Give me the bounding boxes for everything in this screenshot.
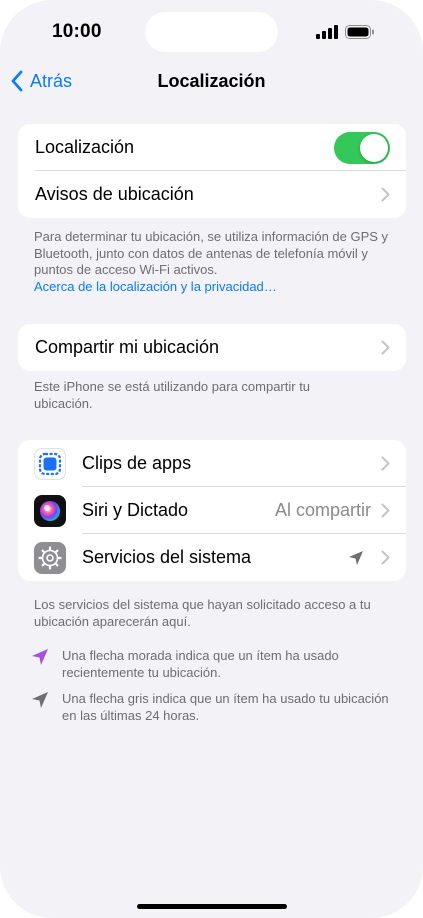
settings-gear-icon	[34, 541, 66, 574]
app-clips-row[interactable]: Clips de apps	[18, 440, 406, 487]
location-alerts-label: Avisos de ubicación	[35, 184, 194, 204]
share-location-group: Compartir mi ubicación	[18, 324, 406, 371]
chevron-right-icon	[381, 187, 390, 202]
location-settings-group: Localización Avisos de ubicación	[18, 124, 406, 218]
status-time: 10:00	[52, 21, 102, 42]
location-label: Localización	[35, 137, 135, 157]
legend-gray-arrow: Una flecha gris indica que un ítem ha us…	[30, 691, 390, 724]
apps-group: Clips de apps Siri y Dictado Al comparti…	[18, 440, 406, 581]
dynamic-island	[145, 12, 278, 52]
app-clips-icon	[34, 447, 66, 480]
siri-dictation-row[interactable]: Siri y Dictado Al compartir	[18, 487, 406, 534]
navigation-bar: Atrás Localización	[0, 64, 423, 100]
status-bar: 10:00	[0, 0, 423, 60]
privacy-link[interactable]: Acerca de la localización y la privacida…	[34, 279, 277, 294]
system-services-footnote: Los servicios del sistema que hayan soli…	[34, 597, 371, 629]
location-arrow-gray-icon	[32, 692, 48, 708]
chevron-right-icon	[381, 456, 390, 471]
chevron-right-icon	[381, 340, 390, 355]
toggle-knob	[360, 133, 388, 162]
location-arrow-gray-icon	[349, 550, 363, 565]
legend-purple-arrow: Una flecha morada indica que un ítem ha …	[30, 648, 390, 681]
siri-icon	[34, 494, 66, 527]
location-row: Localización	[18, 124, 406, 171]
location-info-text: Para determinar tu ubicación, se utiliza…	[34, 229, 389, 277]
siri-dictation-label: Siri y Dictado	[82, 500, 189, 520]
legend-gray-text: Una flecha gris indica que un ítem ha us…	[62, 691, 389, 723]
location-toggle[interactable]	[334, 131, 390, 164]
siri-dictation-value: Al compartir	[274, 500, 371, 520]
share-footnote: Este iPhone se está utilizando para comp…	[34, 379, 311, 411]
chevron-right-icon	[381, 503, 390, 518]
cellular-signal-icon	[316, 25, 338, 39]
page-title: Localización	[157, 71, 266, 91]
chevron-right-icon	[381, 550, 390, 565]
share-location-label: Compartir mi ubicación	[35, 337, 220, 357]
phone-screen: 10:00 Atrás Localización Localización Av…	[0, 0, 423, 918]
location-alerts-row[interactable]: Avisos de ubicación	[18, 171, 406, 218]
system-services-label: Servicios del sistema	[82, 547, 252, 567]
location-info-footnote: Para determinar tu ubicación, se utiliza…	[34, 229, 394, 295]
battery-icon	[345, 25, 374, 39]
legend-purple-text: Una flecha morada indica que un ítem ha …	[62, 648, 339, 680]
system-services-row[interactable]: Servicios del sistema	[18, 534, 406, 581]
location-arrow-purple-icon	[32, 649, 48, 665]
app-clips-label: Clips de apps	[82, 453, 192, 473]
share-location-row[interactable]: Compartir mi ubicación	[18, 324, 406, 371]
home-indicator[interactable]	[137, 904, 287, 909]
